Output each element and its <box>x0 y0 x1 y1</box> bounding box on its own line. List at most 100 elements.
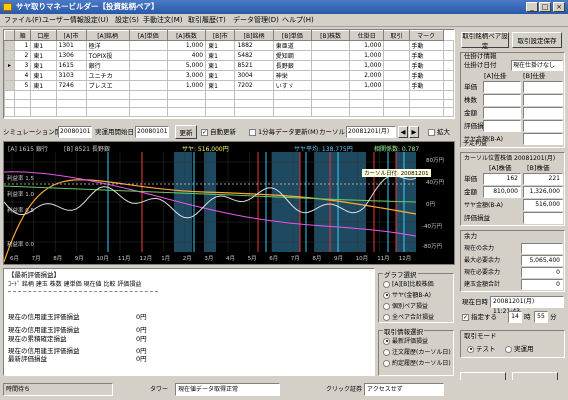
col-mark[interactable]: マーク <box>408 30 444 41</box>
cell-mode[interactable]: 手動 <box>408 40 444 51</box>
cell-b-acct[interactable]: 東1 <box>205 80 236 91</box>
cell-acct[interactable]: 東1 <box>30 70 57 81</box>
stop-minute-input[interactable]: 55 <box>534 311 548 323</box>
cell-b-qty[interactable]: 1,000 <box>349 60 385 71</box>
col-a-price[interactable]: [A]単価 <box>128 30 168 41</box>
cell-b-price[interactable] <box>310 50 351 61</box>
cell-acct[interactable]: 東1 <box>30 50 57 61</box>
cell-b-qty[interactable]: 1,000 <box>349 40 385 51</box>
stop-hour-input[interactable]: 14 <box>508 311 522 323</box>
cell-b-code[interactable]: 3004 <box>234 70 274 81</box>
graph-select-option[interactable]: サヤ(金額B-A) <box>383 290 453 301</box>
cell-date[interactable] <box>383 70 410 81</box>
update-button[interactable]: 更新 <box>175 125 197 139</box>
minimize-icon[interactable]: _ <box>526 2 538 12</box>
cell-a-price[interactable] <box>128 70 168 81</box>
col-a-qty[interactable]: [A]株数 <box>166 30 207 41</box>
cell-a-qty[interactable]: 3,000 <box>166 70 207 81</box>
cell-mark[interactable] <box>442 50 455 61</box>
col-account[interactable]: 口座 <box>30 30 57 41</box>
per-minute-checkbox[interactable]: 1分毎データ更新(M) <box>249 128 318 137</box>
cell-a-price[interactable] <box>128 60 168 71</box>
cell-date[interactable] <box>383 50 410 61</box>
table-row[interactable]: 1 東1 1301 極洋 1,000 東1 1882 東亜道 1,000 手動 <box>4 40 455 51</box>
cell-a-name[interactable]: 銀行 <box>85 60 130 71</box>
cell-b-name[interactable]: 愛知鋼 <box>272 50 312 61</box>
cell-acct[interactable]: 東1 <box>30 60 57 71</box>
cell-b-price[interactable] <box>310 40 351 51</box>
auto-update-checkbox[interactable]: ✓ 自動更新 <box>201 128 236 137</box>
trade-info-option[interactable]: 最新評価損益 <box>383 336 453 347</box>
run-start-input[interactable]: 20080101 <box>135 126 169 138</box>
menu-file[interactable]: ファイル(F) <box>4 15 42 26</box>
col-a-name[interactable]: [A]銘柄 <box>85 30 130 41</box>
cell-no[interactable]: 5 <box>13 80 32 91</box>
cell-acct[interactable]: 東1 <box>30 40 57 51</box>
cell-mode[interactable]: 手動 <box>408 70 444 81</box>
cell-b-qty[interactable]: 1,000 <box>349 80 385 91</box>
cell-b-name[interactable]: 東亜道 <box>272 40 312 51</box>
trade-info-option[interactable]: 約定履歴(カーソル日) <box>383 358 453 369</box>
row-handle[interactable] <box>4 50 15 61</box>
cell-date[interactable] <box>383 40 410 51</box>
row-handle[interactable] <box>4 80 15 91</box>
graph-select-option[interactable]: 個別ペア損益 <box>383 301 453 312</box>
mode-live-radio[interactable]: 実運用 <box>505 345 534 354</box>
trade-info-option[interactable]: 注文履歴(カーソル日) <box>383 347 453 358</box>
sim-start-input[interactable]: 20080101 <box>58 126 92 138</box>
close-icon[interactable]: × <box>553 2 565 12</box>
cell-b-price[interactable] <box>310 70 351 81</box>
stop-time-checkbox[interactable]: ✓ 指定する <box>462 313 497 322</box>
cell-a-code[interactable]: 7246 <box>55 80 87 91</box>
cell-a-price[interactable] <box>128 40 168 51</box>
cell-no[interactable]: 3 <box>13 60 32 71</box>
mode-test-radio[interactable]: テスト <box>467 345 496 354</box>
maximize-icon[interactable]: □ <box>539 2 551 12</box>
menu-manual-order[interactable]: 手動注文(M) <box>143 15 183 26</box>
menu-user-settings[interactable]: ユーザー情報設定(U) <box>42 15 108 26</box>
row-handle[interactable] <box>4 70 15 81</box>
cell-b-acct[interactable]: 東1 <box>205 40 236 51</box>
table-row[interactable]: 2 東1 1306 TOPIX投 400 東1 5482 愛知鋼 1,000 手動 <box>4 50 455 61</box>
cell-b-code[interactable]: 7202 <box>234 80 274 91</box>
cell-a-name[interactable]: プレスエ <box>85 80 130 91</box>
pair-setting-button[interactable]: 取引銘柄ペア設定 <box>461 32 509 50</box>
cell-b-code[interactable]: 5482 <box>234 50 274 61</box>
cell-b-price[interactable] <box>310 80 351 91</box>
graph-select-option[interactable]: 全ペア合計損益 <box>383 312 453 323</box>
cell-acct[interactable]: 東1 <box>30 80 57 91</box>
cell-b-price[interactable] <box>310 60 351 71</box>
cell-mark[interactable] <box>442 70 455 81</box>
zoom-checkbox[interactable]: 拡大 <box>428 128 450 137</box>
cell-no[interactable]: 1 <box>13 40 32 51</box>
cell-b-code[interactable]: 1882 <box>234 40 274 51</box>
cursor-prev-icon[interactable]: ◀ <box>398 126 408 138</box>
cell-a-name[interactable]: ユニチカ <box>85 70 130 81</box>
cell-b-name[interactable]: いすゞ <box>272 80 312 91</box>
cell-b-acct[interactable]: 東1 <box>205 60 236 71</box>
cell-a-name[interactable]: 極洋 <box>85 40 130 51</box>
menu-data[interactable]: データ管理(D) <box>233 15 279 26</box>
cell-no[interactable]: 4 <box>13 70 32 81</box>
cell-b-qty[interactable]: 2,000 <box>349 70 385 81</box>
cell-mode[interactable]: 手動 <box>408 60 444 71</box>
col-b-qty[interactable]: [B]株数 <box>310 30 351 41</box>
cell-a-code[interactable]: 1306 <box>55 50 87 61</box>
cell-a-code[interactable]: 3103 <box>55 70 87 81</box>
cell-a-qty[interactable]: 5,000 <box>166 60 207 71</box>
spread-chart[interactable]: [A] 1615 銀行 [B] 8521 長野銀 サヤ: 516,000円 サヤ… <box>3 141 455 265</box>
menu-settings[interactable]: 設定(S) <box>115 15 139 26</box>
table-row[interactable]: 4 東1 3103 ユニチカ 3,000 東1 3004 神栄 2,000 手動 <box>4 70 455 81</box>
cell-a-qty[interactable]: 400 <box>166 50 207 61</box>
cell-mode[interactable]: 手動 <box>408 80 444 91</box>
cell-no[interactable]: 2 <box>13 50 32 61</box>
cell-b-name[interactable]: 神栄 <box>272 70 312 81</box>
col-entry-date[interactable]: 仕掛日 <box>349 30 385 41</box>
menu-help[interactable]: ヘルプ(H) <box>282 15 314 26</box>
save-setting-button[interactable]: 取引設定保存 <box>512 32 562 48</box>
col-b-market[interactable]: [B]市 <box>205 30 236 41</box>
cell-b-qty[interactable]: 1,000 <box>349 50 385 61</box>
cell-mark[interactable] <box>442 60 455 71</box>
cell-mark[interactable] <box>442 80 455 91</box>
cell-mode[interactable]: 手動 <box>408 50 444 61</box>
